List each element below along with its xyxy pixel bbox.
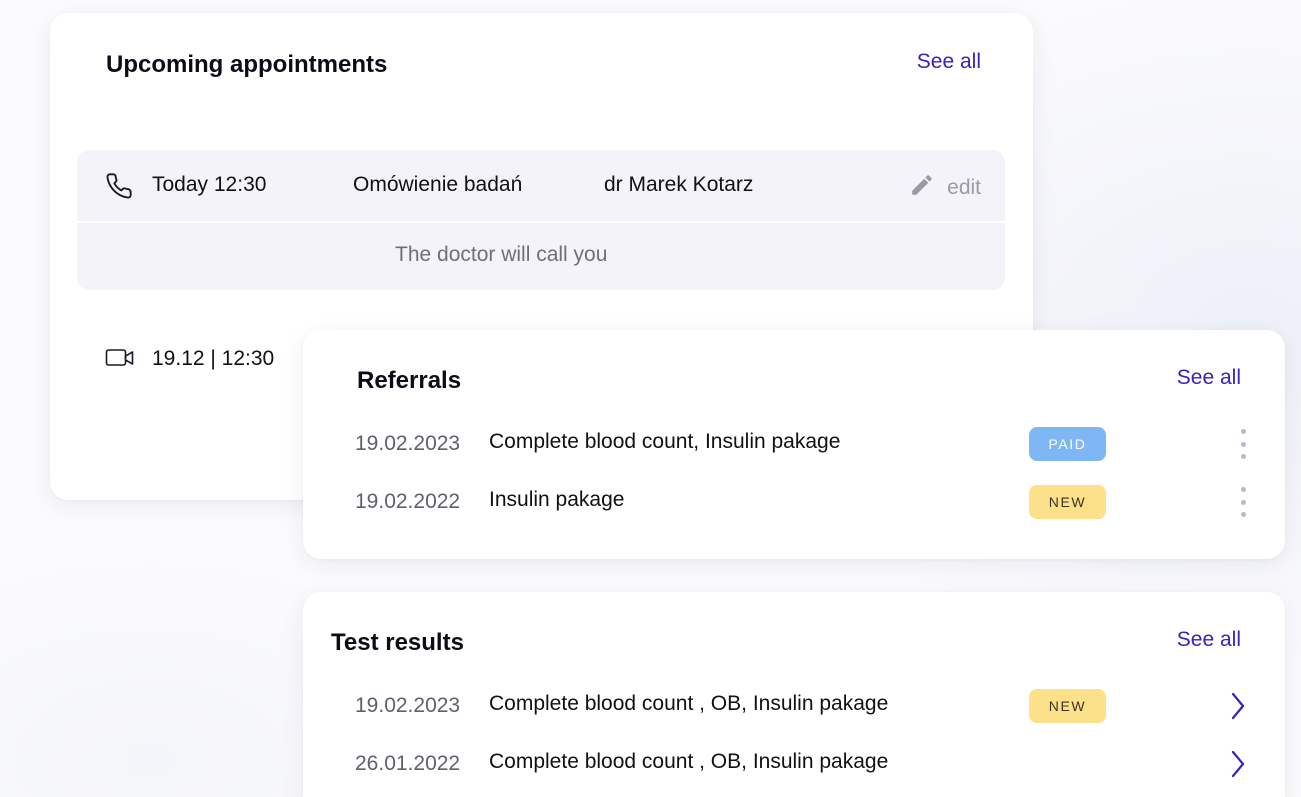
status-badge-paid: PAID — [1029, 427, 1106, 461]
referral-row[interactable]: 19.02.2022 Insulin pakage NEW — [355, 482, 1255, 522]
test-results-title: Test results — [331, 629, 464, 656]
more-options-icon[interactable] — [1235, 429, 1251, 459]
chevron-right-icon[interactable] — [1225, 690, 1249, 722]
edit-appointment-button[interactable]: edit — [909, 172, 981, 204]
test-results-see-all-link[interactable]: See all — [1177, 628, 1241, 652]
referral-date: 19.02.2023 — [355, 432, 461, 455]
test-result-title: Complete blood count , OB, Insulin pakag… — [489, 750, 889, 773]
dashboard-stage: Upcoming appointments See all Today 12:3… — [0, 0, 1301, 797]
referrals-see-all-link[interactable]: See all — [1177, 366, 1241, 390]
test-result-row[interactable]: 26.01.2022 Complete blood count , OB, In… — [355, 744, 1255, 784]
appointment-item-active[interactable]: Today 12:30 Omówienie badań dr Marek Kot… — [77, 150, 1005, 290]
video-camera-icon — [105, 347, 135, 374]
referral-title: Insulin pakage — [489, 488, 625, 511]
referrals-title: Referrals — [357, 367, 462, 394]
test-result-date: 19.02.2023 — [355, 694, 461, 717]
appointments-see-all-link[interactable]: See all — [917, 50, 981, 74]
test-result-title: Complete blood count , OB, Insulin pakag… — [489, 692, 889, 715]
status-badge-new: NEW — [1029, 485, 1106, 519]
test-results-card: Test results See all 19.02.2023 Complete… — [303, 592, 1285, 797]
test-result-date: 26.01.2022 — [355, 752, 461, 775]
appointment-note: The doctor will call you — [395, 243, 608, 266]
pencil-icon — [909, 172, 935, 204]
appointment-doctor: dr Marek Kotarz — [604, 173, 754, 196]
appointment-datetime: Today 12:30 — [152, 173, 267, 196]
appointment-service: Omówienie badań — [353, 173, 523, 196]
referral-row[interactable]: 19.02.2023 Complete blood count, Insulin… — [355, 424, 1255, 464]
referral-title: Complete blood count, Insulin pakage — [489, 430, 841, 453]
more-options-icon[interactable] — [1235, 487, 1251, 517]
phone-icon — [105, 172, 133, 205]
appointment-divider — [77, 221, 1005, 223]
referral-date: 19.02.2022 — [355, 490, 461, 513]
referrals-card: Referrals See all 19.02.2023 Complete bl… — [303, 330, 1285, 559]
chevron-right-icon[interactable] — [1225, 748, 1249, 780]
appointment-datetime: 19.12 | 12:30 — [152, 347, 275, 370]
test-result-row[interactable]: 19.02.2023 Complete blood count , OB, In… — [355, 686, 1255, 726]
status-badge-new: NEW — [1029, 689, 1106, 723]
appointments-title: Upcoming appointments — [106, 51, 388, 78]
edit-label: edit — [947, 176, 981, 199]
